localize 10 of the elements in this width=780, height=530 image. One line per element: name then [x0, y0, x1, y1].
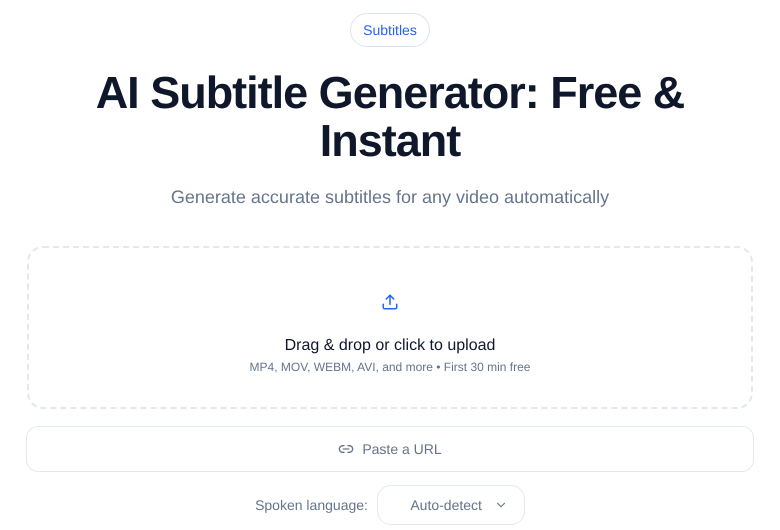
upload-hint: MP4, MOV, WEBM, AVI, and more • First 30 min free	[250, 360, 530, 374]
page-title: AI Subtitle Generator: Free & Instant	[94, 69, 686, 165]
category-badge: Subtitles	[350, 13, 430, 47]
language-label: Spoken language:	[255, 497, 368, 513]
upload-icon	[381, 293, 399, 311]
page-subtitle: Generate accurate subtitles for any video automatically	[170, 187, 610, 208]
upload-title: Drag & drop or click to upload	[284, 337, 496, 355]
paste-url-button[interactable]: Paste a URL	[26, 426, 754, 472]
language-select[interactable]: Auto-detect	[376, 485, 525, 525]
upload-dropzone[interactable]: Drag & drop or click to upload MP4, MOV, WEBM, AVI, and more • First 30 min free	[27, 246, 753, 409]
